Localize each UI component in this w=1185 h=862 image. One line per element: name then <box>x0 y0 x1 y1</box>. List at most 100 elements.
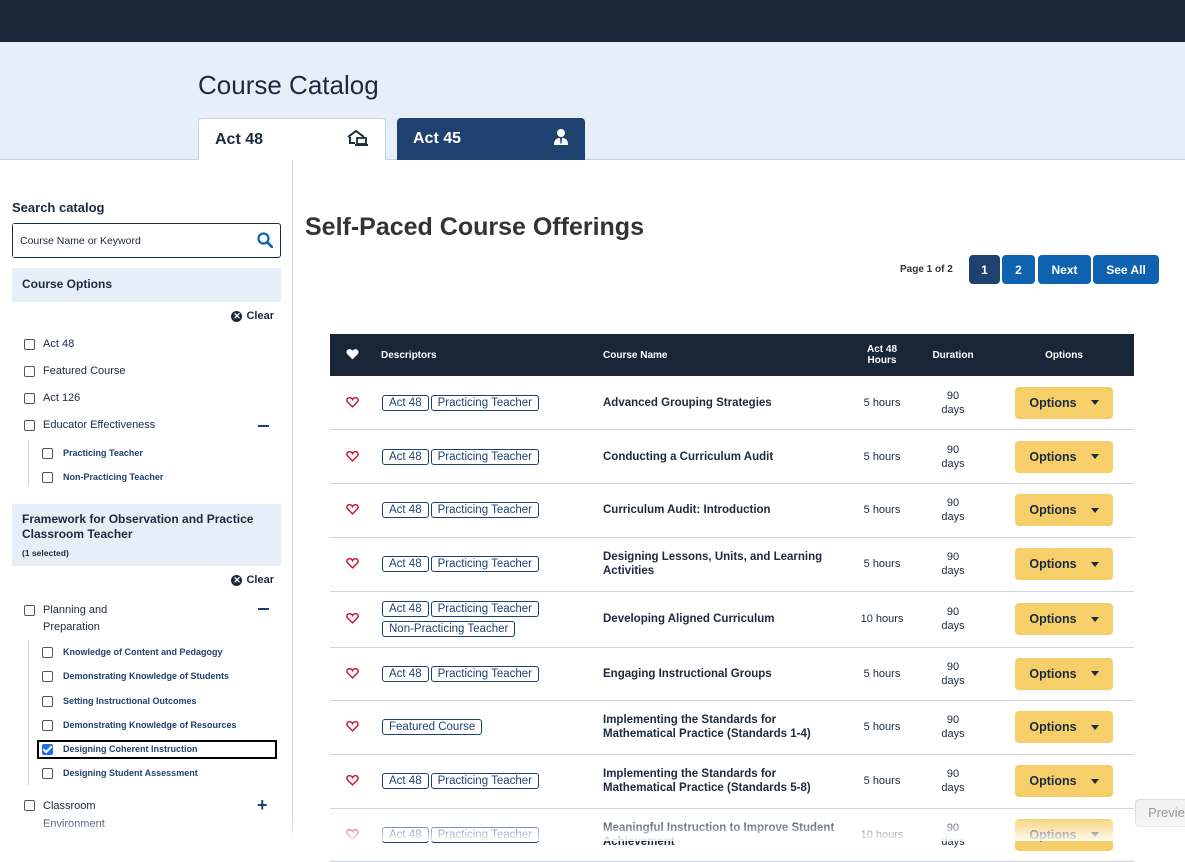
search-icon[interactable] <box>257 232 274 253</box>
heart-outline-icon[interactable] <box>346 395 359 411</box>
tab-act-48[interactable]: Act 48 <box>198 118 386 160</box>
options-dropdown-button[interactable]: Options <box>1015 818 1113 851</box>
checkbox-box[interactable] <box>42 696 53 707</box>
options-dropdown-button[interactable]: Options <box>1015 603 1113 635</box>
checkbox-box[interactable] <box>42 472 53 483</box>
descriptor-tag: Practicing Teacher <box>430 502 540 519</box>
course-name-link[interactable]: Meaningful Instruction to Improve Studen… <box>603 822 834 848</box>
checkbox-featured-course[interactable]: Featured Course <box>24 365 126 377</box>
descriptor-tag: Non-Practicing Teacher <box>382 621 516 637</box>
course-name-link[interactable]: Engaging Instructional Groups <box>603 668 772 680</box>
favorite-cell <box>330 376 375 430</box>
clear-framework-button[interactable]: ✕ Clear <box>231 574 274 586</box>
clear-course-options-button[interactable]: ✕ Clear <box>231 310 274 322</box>
table-row: Act 48 Practicing Teacher Meaningful Inst… <box>330 808 1134 862</box>
checkbox-act-48[interactable]: Act 48 <box>24 338 74 350</box>
checkbox-planning-and-preparation[interactable]: Planning and Preparation <box>24 602 134 636</box>
checkbox-label: Educator Effectiveness <box>43 419 156 431</box>
descriptors-cell: Featured Course <box>375 700 597 755</box>
options-cell: Options <box>994 700 1134 755</box>
course-name-link[interactable]: Designing Lessons, Units, and Learning A… <box>603 551 822 577</box>
catalog-header: Course Catalog Act 48 Act 45 <box>0 42 1185 160</box>
checkbox-label: Setting Instructional Outcomes <box>63 696 197 706</box>
course-name-cell: Developing Aligned Curriculum <box>597 591 852 648</box>
duration-cell: 90 days <box>912 537 994 592</box>
next-page-button[interactable]: Next <box>1038 255 1091 284</box>
checkbox-box[interactable] <box>42 671 53 682</box>
collapse-minus-icon[interactable] <box>258 608 269 610</box>
options-dropdown-button[interactable]: Options <box>1015 386 1113 419</box>
checkbox-label: Knowledge of Content and Pedagogy <box>63 647 223 657</box>
course-rows: Act 48 Practicing Teacher Advanced Groupi… <box>330 376 1134 862</box>
heart-outline-icon[interactable] <box>346 611 359 627</box>
checkbox-student-assessment[interactable]: Designing Student Assessment <box>42 768 198 779</box>
duration-cell: 90 days <box>912 700 994 755</box>
checkbox-box[interactable] <box>24 366 35 377</box>
heart-outline-icon[interactable] <box>346 502 359 518</box>
course-name-link[interactable]: Implementing the Standards for Mathemati… <box>603 714 811 740</box>
descriptors-cell: Act 48 Practicing Teacher <box>375 808 597 862</box>
checkbox-act-126[interactable]: Act 126 <box>24 392 80 404</box>
heart-outline-icon[interactable] <box>346 556 359 572</box>
expand-plus-icon[interactable]: + <box>257 796 268 814</box>
checkbox-box[interactable] <box>24 420 35 431</box>
options-dropdown-button[interactable]: Options <box>1015 548 1113 580</box>
course-name-cell: Curriculum Audit: Introduction <box>597 483 852 538</box>
options-dropdown-button[interactable]: Options <box>1015 765 1113 797</box>
checkbox-box[interactable] <box>24 339 35 350</box>
tree-line <box>28 440 29 486</box>
descriptor-tag: Practicing Teacher <box>430 826 540 843</box>
collapse-minus-icon[interactable] <box>258 425 269 427</box>
heart-outline-icon[interactable] <box>346 666 359 682</box>
options-cell: Options <box>994 808 1134 862</box>
heart-outline-icon[interactable] <box>346 449 359 465</box>
see-all-button[interactable]: See All <box>1093 255 1159 284</box>
table-row: Act 48 Practicing Teacher Conducting a Cu… <box>330 429 1134 484</box>
table-row: Act 48 Practicing Teacher Designing Lesso… <box>330 537 1134 592</box>
duration-cell: 90 days <box>912 754 994 809</box>
descriptor-tag: Act 48 <box>382 826 429 843</box>
tree-line <box>28 640 29 785</box>
heart-outline-icon[interactable] <box>346 827 359 843</box>
course-name-link[interactable]: Curriculum Audit: Introduction <box>603 504 771 516</box>
page-2-button[interactable]: 2 <box>1002 255 1035 284</box>
heart-outline-icon[interactable] <box>346 719 359 735</box>
course-name-link[interactable]: Implementing the Standards for Mathemati… <box>603 768 811 794</box>
checkbox-knowledge-content-pedagogy[interactable]: Knowledge of Content and Pedagogy <box>42 647 223 658</box>
checkbox-instructional-outcomes[interactable]: Setting Instructional Outcomes <box>42 696 197 707</box>
tab-act-45[interactable]: Act 45 <box>397 118 585 160</box>
checkbox-checked[interactable] <box>42 744 53 755</box>
checkbox-practicing-teacher[interactable]: Practicing Teacher <box>42 448 143 459</box>
checkbox-knowledge-students[interactable]: Demonstrating Knowledge of Students <box>42 671 229 682</box>
checkbox-box[interactable] <box>42 448 53 459</box>
checkbox-coherent-instruction[interactable]: Designing Coherent Instruction <box>42 744 198 755</box>
checkbox-box[interactable] <box>42 768 53 779</box>
options-dropdown-button[interactable]: Options <box>1015 657 1113 690</box>
course-name-link[interactable]: Conducting a Curriculum Audit <box>603 451 773 463</box>
checkbox-educator-effectiveness[interactable]: Educator Effectiveness <box>24 419 155 431</box>
duration-header: Duration <box>912 334 994 376</box>
page-1-button[interactable]: 1 <box>969 255 1000 284</box>
checkbox-non-practicing-teacher[interactable]: Non-Practicing Teacher <box>42 472 163 483</box>
table-header-row: Descriptors Course Name Act 48 Hours Dur… <box>330 334 1134 376</box>
heart-outline-icon[interactable] <box>346 773 359 789</box>
checkbox-box[interactable] <box>42 647 53 658</box>
checkbox-box[interactable] <box>24 800 35 811</box>
preview-button[interactable]: Previe <box>1135 799 1185 827</box>
course-name-link[interactable]: Developing Aligned Curriculum <box>603 613 774 625</box>
hours-cell: 10 hours <box>852 808 912 862</box>
checkbox-box[interactable] <box>24 393 35 404</box>
options-dropdown-button[interactable]: Options <box>1015 711 1113 744</box>
options-dropdown-button[interactable]: Options <box>1015 440 1113 473</box>
checkbox-classroom-environment[interactable]: Classroom Environment <box>24 797 124 833</box>
duration-value: 90 days <box>941 551 965 577</box>
course-name-cell: Engaging Instructional Groups <box>597 647 852 701</box>
options-dropdown-button[interactable]: Options <box>1015 494 1113 527</box>
search-input[interactable] <box>13 224 243 257</box>
checkbox-knowledge-resources[interactable]: Demonstrating Knowledge of Resources <box>42 720 237 731</box>
checkbox-box[interactable] <box>42 720 53 731</box>
descriptors-cell: Act 48 Practicing Teacher <box>375 483 597 538</box>
checkbox-box[interactable] <box>24 605 35 616</box>
course-name-link[interactable]: Advanced Grouping Strategies <box>603 397 772 409</box>
options-cell: Options <box>994 429 1134 484</box>
